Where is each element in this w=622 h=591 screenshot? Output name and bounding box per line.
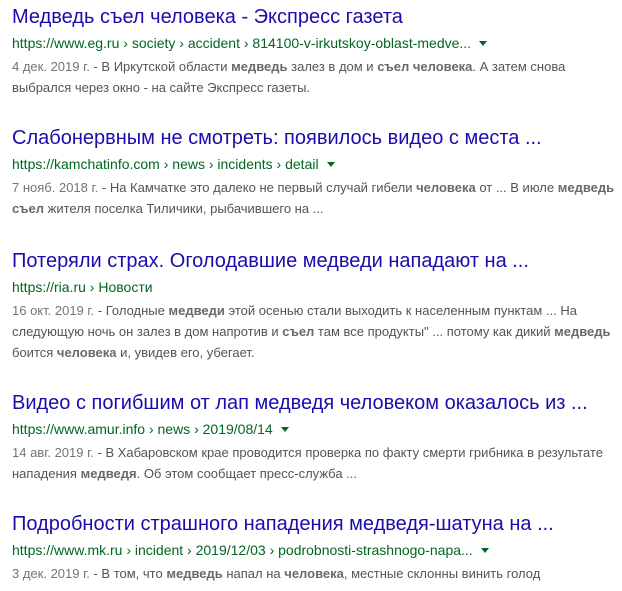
result-url-text: https://www.mk.ru › incident › 2019/12/0… — [12, 542, 473, 558]
result-url: https://www.mk.ru › incident › 2019/12/0… — [12, 539, 616, 561]
snippet-text: от ... В июле — [475, 180, 558, 195]
snippet-highlight: медведь — [231, 59, 288, 74]
search-result: Медведь съел человека - Экспресс газета h… — [12, 4, 616, 98]
search-result: Подробности страшного нападения медведя-… — [12, 511, 616, 584]
result-url-text: https://ria.ru › Новости — [12, 279, 153, 295]
snippet-highlight: медведь — [554, 324, 611, 339]
result-date: 14 авг. 2019 г. — [12, 445, 94, 460]
snippet-highlight: медведь — [166, 566, 223, 581]
dropdown-caret-icon[interactable] — [479, 40, 488, 46]
snippet-highlight: человека — [284, 566, 344, 581]
result-title-link[interactable]: Видео с погибшим от лап медведя человеко… — [12, 390, 616, 416]
snippet-text: боится — [12, 345, 57, 360]
snippet-highlight: человека — [56, 345, 117, 360]
snippet-highlight: съел человека — [377, 59, 473, 74]
result-url: https://www.amur.info › news › 2019/08/1… — [12, 418, 616, 440]
result-url: https://ria.ru › Новости — [12, 276, 616, 298]
result-title-link[interactable]: Потеряли страх. Оголодавшие медведи напа… — [12, 248, 616, 274]
result-url-text: https://www.amur.info › news › 2019/08/1… — [12, 421, 273, 437]
snippet-text: - В том, что — [89, 566, 167, 581]
snippet-text: и, увидев его, убегает. — [116, 345, 255, 360]
snippet-text: там все продукты" ... потому как дикий — [314, 324, 555, 339]
result-snippet: 16 окт. 2019 г. - Голодные медведи этой … — [12, 300, 616, 363]
dropdown-caret-icon[interactable] — [280, 426, 289, 432]
result-snippet: 7 нояб. 2018 г. - На Камчатке это далеко… — [12, 177, 616, 219]
snippet-text: залез в дом и — [287, 59, 378, 74]
search-result: Слабонервным не смотреть: появилось виде… — [12, 125, 616, 219]
snippet-highlight: человека — [416, 180, 476, 195]
search-result: Потеряли страх. Оголодавшие медведи напа… — [12, 248, 616, 363]
result-snippet: 3 дек. 2019 г. - В том, что медведь напа… — [12, 563, 616, 584]
snippet-highlight: съел — [282, 324, 315, 339]
result-url: https://kamchatinfo.com › news › inciden… — [12, 153, 616, 175]
search-result: Видео с погибшим от лап медведя человеко… — [12, 390, 616, 484]
result-date: 3 дек. 2019 г. — [12, 566, 90, 581]
result-url-text: https://kamchatinfo.com › news › inciden… — [12, 156, 319, 172]
dropdown-caret-icon[interactable] — [326, 161, 335, 167]
snippet-text: - На Камчатке это далеко не первый случа… — [98, 180, 417, 195]
result-url-text: https://www.eg.ru › society › accident ›… — [12, 35, 472, 51]
result-snippet: 4 дек. 2019 г. - В Иркутской области мед… — [12, 56, 616, 98]
result-date: 7 нояб. 2018 г. — [12, 180, 99, 195]
snippet-text: - Голодные — [94, 303, 169, 318]
snippet-text: , местные склонны винить голод — [343, 566, 541, 581]
result-snippet: 14 авг. 2019 г. - В Хабаровском крае про… — [12, 442, 616, 484]
result-url: https://www.eg.ru › society › accident ›… — [12, 32, 616, 54]
snippet-text: . Об этом сообщает пресс-служба ... — [136, 466, 357, 481]
snippet-text: - В Иркутской области — [89, 59, 232, 74]
snippet-highlight: медведи — [168, 303, 225, 318]
result-date: 16 окт. 2019 г. — [12, 303, 95, 318]
snippet-text: жителя поселка Тиличики, рыбачившего на … — [44, 201, 324, 216]
result-title-link[interactable]: Подробности страшного нападения медведя-… — [12, 511, 616, 537]
result-title-link[interactable]: Медведь съел человека - Экспресс газета — [12, 4, 616, 30]
snippet-text: напал на — [222, 566, 285, 581]
result-date: 4 дек. 2019 г. — [12, 59, 90, 74]
dropdown-caret-icon[interactable] — [480, 547, 489, 553]
result-title-link[interactable]: Слабонервным не смотреть: появилось виде… — [12, 125, 616, 151]
snippet-highlight: медведя — [80, 466, 137, 481]
